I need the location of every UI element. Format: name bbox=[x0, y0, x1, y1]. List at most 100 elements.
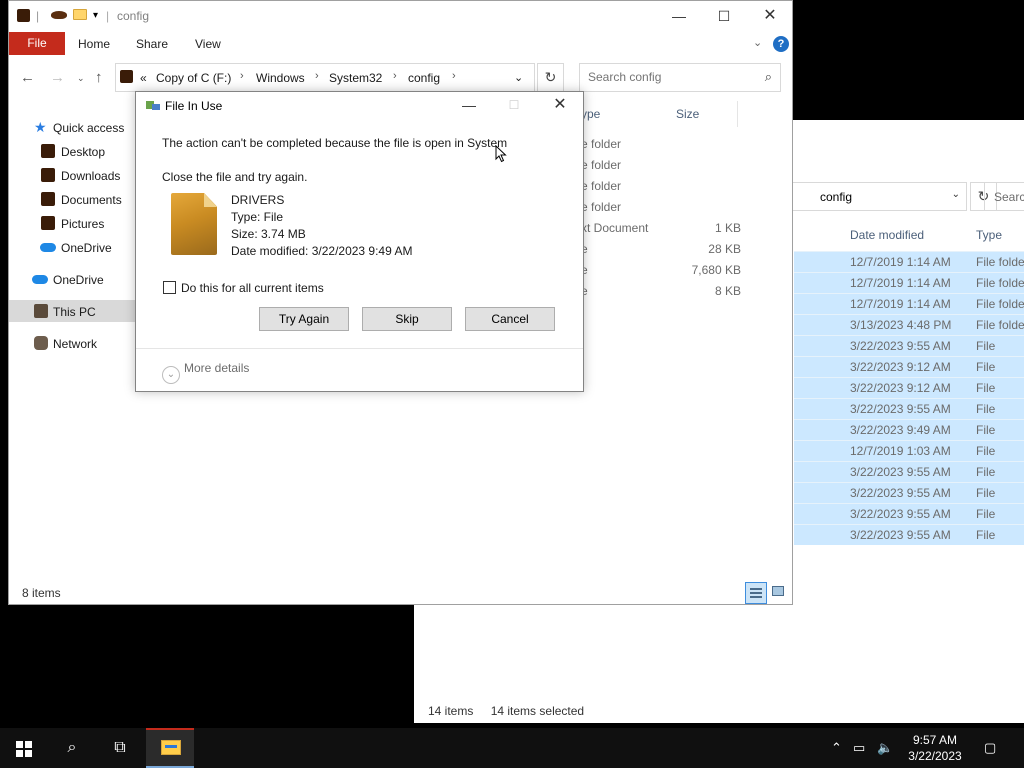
breadcrumb-windows[interactable]: Windows bbox=[256, 71, 305, 85]
breadcrumb-drive[interactable]: Copy of C (F:) bbox=[156, 71, 231, 85]
recent-locations-icon[interactable]: ⌄ bbox=[77, 73, 85, 84]
table-row[interactable]: 12/7/2019 1:14 AM File folde bbox=[794, 272, 1024, 293]
table-row[interactable]: 3/22/2023 9:49 AM File bbox=[794, 419, 1024, 440]
address-bar[interactable]: « Copy of C (F:) › Windows › System32 › … bbox=[115, 63, 535, 92]
nav-label-onedrive-quick: OneDrive bbox=[61, 241, 112, 255]
table-row[interactable]: e folder bbox=[579, 175, 779, 196]
properties-icon[interactable] bbox=[51, 9, 67, 23]
nav-item-quick-access[interactable]: ★ Quick access bbox=[9, 116, 135, 138]
search-input[interactable] bbox=[588, 70, 748, 84]
nav-item-onedrive[interactable]: OneDrive bbox=[9, 268, 135, 290]
up-button[interactable]: ↑ bbox=[95, 69, 103, 86]
tab-file[interactable]: File bbox=[9, 32, 65, 55]
details-view-button[interactable] bbox=[745, 582, 767, 604]
expand-ribbon-icon[interactable]: ⌄ bbox=[753, 36, 762, 49]
nav-item-onedrive-quick[interactable]: OneDrive bbox=[9, 236, 135, 258]
table-row[interactable]: 3/22/2023 9:55 AM File bbox=[794, 503, 1024, 524]
forward-button[interactable]: → bbox=[50, 69, 65, 86]
back-button[interactable]: ← bbox=[20, 69, 35, 86]
try-again-button[interactable]: Try Again bbox=[259, 307, 349, 331]
nav-item-documents[interactable]: Documents bbox=[9, 188, 135, 210]
maximize-button[interactable]: ☐ bbox=[701, 5, 747, 29]
address-overflow[interactable]: « bbox=[140, 71, 147, 85]
background-file-list: 12/7/2019 1:14 AM File folde 12/7/2019 1:1… bbox=[794, 251, 1024, 545]
start-button[interactable] bbox=[0, 728, 48, 768]
background-search-box[interactable]: Searc bbox=[984, 182, 1024, 211]
task-view-button[interactable]: ⧉ bbox=[96, 728, 144, 768]
table-row[interactable]: 3/22/2023 9:55 AM File bbox=[794, 398, 1024, 419]
nav-item-desktop[interactable]: Desktop bbox=[9, 140, 135, 162]
tab-view[interactable]: View bbox=[195, 37, 221, 51]
file-type: Type: File bbox=[231, 210, 284, 224]
table-row[interactable]: e8 KB bbox=[579, 280, 779, 301]
table-row[interactable]: 3/22/2023 9:12 AM File bbox=[794, 356, 1024, 377]
checkbox[interactable] bbox=[163, 281, 176, 294]
date-modified-cell: 12/7/2019 1:14 AM bbox=[850, 297, 951, 311]
minimize-button[interactable]: — bbox=[656, 5, 702, 29]
column-header-date-modified[interactable]: Date modified bbox=[850, 228, 924, 242]
skip-button[interactable]: Skip bbox=[362, 307, 452, 331]
apply-to-all-checkbox[interactable]: Do this for all current items bbox=[163, 281, 324, 295]
table-row[interactable]: 3/13/2023 4:48 PM File folde bbox=[794, 314, 1024, 335]
table-row[interactable]: 12/7/2019 1:14 AM File folde bbox=[794, 293, 1024, 314]
large-icons-view-button[interactable] bbox=[772, 586, 784, 596]
table-row[interactable]: 3/22/2023 9:55 AM File bbox=[794, 482, 1024, 503]
search-icon[interactable]: ⌕ bbox=[765, 69, 772, 85]
new-folder-icon[interactable] bbox=[73, 9, 87, 23]
column-header-type[interactable]: Type bbox=[976, 228, 1002, 242]
close-button[interactable]: ✕ bbox=[747, 5, 793, 29]
search-box[interactable]: ⌕ bbox=[579, 63, 781, 92]
background-breadcrumb-config[interactable]: config bbox=[820, 190, 852, 204]
taskbar-file-explorer[interactable] bbox=[146, 728, 194, 768]
volume-muted-icon[interactable]: 🔈 bbox=[877, 740, 893, 756]
clock[interactable]: 9:57 AM 3/22/2023 bbox=[895, 732, 975, 764]
more-details-toggle[interactable]: ⌄ More details bbox=[162, 361, 249, 384]
nav-item-downloads[interactable]: Downloads bbox=[9, 164, 135, 186]
table-row[interactable]: e folder bbox=[579, 133, 779, 154]
clock-time: 9:57 AM bbox=[912, 733, 958, 747]
checkbox-label: Do this for all current items bbox=[181, 281, 324, 295]
explorer-app-icon[interactable] bbox=[17, 9, 30, 25]
dialog-maximize-button: ☐ bbox=[508, 98, 520, 112]
nav-item-this-pc[interactable]: This PC bbox=[9, 300, 135, 322]
action-center-icon[interactable]: ▢ bbox=[984, 740, 996, 756]
type-cell: File bbox=[976, 360, 996, 374]
refresh-button[interactable]: ↻ bbox=[537, 63, 564, 92]
chevron-down-icon[interactable]: ⌄ bbox=[952, 189, 960, 200]
table-row[interactable]: 12/7/2019 1:03 AM File bbox=[794, 440, 1024, 461]
background-address-bar[interactable]: › config ⌄ bbox=[779, 182, 967, 211]
table-row[interactable]: e 7,680 KB bbox=[579, 259, 779, 280]
customize-toolbar-icon[interactable]: ▾ bbox=[93, 10, 98, 21]
table-row[interactable]: 12/7/2019 1:14 AM File folde bbox=[794, 251, 1024, 272]
help-icon[interactable]: ? bbox=[773, 36, 789, 52]
file-list: e folder e folder e folder e folder xt Docum… bbox=[579, 133, 779, 301]
table-row[interactable]: e folder bbox=[579, 154, 779, 175]
table-row[interactable]: 3/22/2023 9:55 AM File bbox=[794, 524, 1024, 545]
tab-home[interactable]: Home bbox=[78, 37, 110, 51]
cancel-button[interactable]: Cancel bbox=[465, 307, 555, 331]
column-divider[interactable] bbox=[737, 101, 738, 127]
dialog-close-button[interactable]: ✕ bbox=[540, 94, 580, 118]
table-row[interactable]: e folder bbox=[579, 196, 779, 217]
dialog-minimize-button[interactable]: — bbox=[449, 94, 489, 118]
table-row[interactable]: 3/22/2023 9:12 AM File bbox=[794, 377, 1024, 398]
date-modified-cell: 12/7/2019 1:03 AM bbox=[850, 444, 951, 458]
show-hidden-icons-icon[interactable]: ⌃ bbox=[831, 740, 842, 756]
network-status-icon[interactable]: ▭ bbox=[853, 740, 865, 756]
table-row[interactable]: 3/22/2023 9:55 AM File bbox=[794, 461, 1024, 482]
breadcrumb-system32[interactable]: System32 bbox=[329, 71, 382, 85]
column-header-size[interactable]: Size bbox=[676, 107, 699, 121]
status-bar: 8 items bbox=[22, 586, 61, 600]
tab-share[interactable]: Share bbox=[136, 37, 168, 51]
chevron-down-icon[interactable]: ⌄ bbox=[514, 71, 523, 84]
chevron-down-icon[interactable]: ⌄ bbox=[162, 366, 180, 384]
nav-item-pictures[interactable]: Pictures bbox=[9, 212, 135, 234]
table-row[interactable]: 3/22/2023 9:55 AM File bbox=[794, 335, 1024, 356]
nav-item-network[interactable]: Network bbox=[9, 332, 135, 354]
breadcrumb-config[interactable]: config bbox=[408, 71, 440, 85]
file-info: DRIVERS Type: File Size: 3.74 MB Date mo… bbox=[231, 192, 412, 260]
date-modified-cell: 12/7/2019 1:14 AM bbox=[850, 276, 951, 290]
table-row[interactable]: xt Document 1 KB bbox=[579, 217, 779, 238]
search-button[interactable]: ⌕ bbox=[48, 728, 96, 768]
table-row[interactable]: e 28 KB bbox=[579, 238, 779, 259]
